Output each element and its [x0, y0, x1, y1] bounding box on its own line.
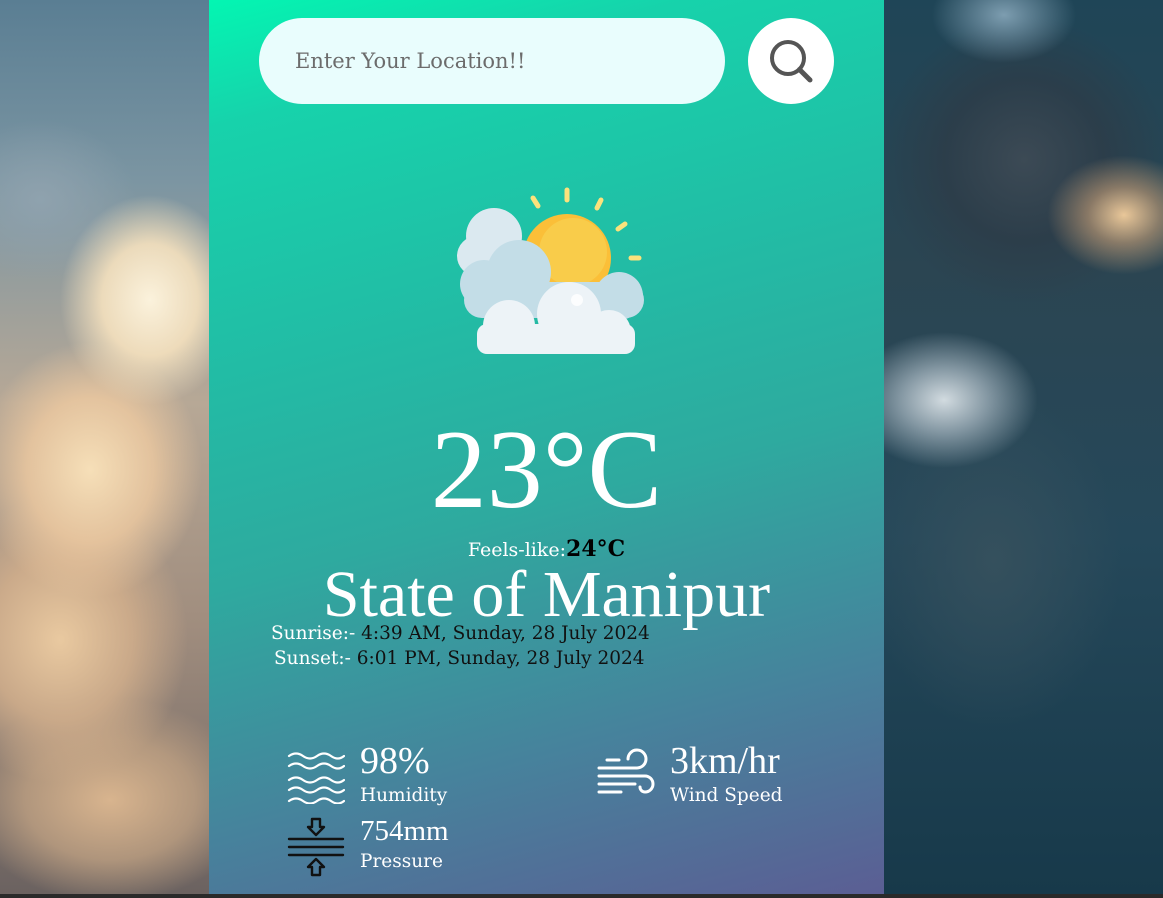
- wind-speed-label: Wind Speed: [670, 785, 783, 806]
- sunrise-value: 4:39 AM, Sunday, 28 July 2024: [361, 623, 650, 644]
- sunset-row: Sunset:- 6:01 PM, Sunday, 28 July 2024: [274, 647, 645, 671]
- search-button[interactable]: [748, 18, 834, 104]
- sunrise-row: Sunrise:- 4:39 AM, Sunday, 28 July 2024: [271, 622, 650, 646]
- pressure-stat: 754mm Pressure: [287, 815, 507, 885]
- humidity-label: Humidity: [360, 785, 448, 806]
- pressure-label: Pressure: [360, 851, 443, 872]
- bottom-bar: [0, 894, 1163, 898]
- sky-background-left: [0, 0, 210, 894]
- search-icon: [770, 40, 813, 83]
- humidity-value: 98%: [360, 740, 430, 782]
- partly-cloudy-icon: [457, 187, 644, 354]
- sunset-value: 6:01 PM, Sunday, 28 July 2024: [356, 648, 645, 669]
- temperature-value: 23°C: [430, 408, 663, 532]
- location-search-input[interactable]: [259, 18, 725, 104]
- wind-speed-stat: 3km/hr Wind Speed: [597, 742, 837, 812]
- sky-background-right: [884, 0, 1163, 894]
- wind-speed-value: 3km/hr: [670, 740, 780, 782]
- sunrise-label: Sunrise:-: [271, 623, 356, 644]
- humidity-stat: 98% Humidity: [287, 742, 507, 812]
- sunset-label: Sunset:-: [274, 648, 351, 669]
- pressure-icon: [287, 817, 345, 877]
- wind-icon: [597, 748, 655, 794]
- pressure-value: 754mm: [360, 815, 449, 847]
- weather-card: 23°C Feels-like:24°C State of Manipur Su…: [209, 0, 884, 894]
- humidity-icon: [287, 752, 345, 804]
